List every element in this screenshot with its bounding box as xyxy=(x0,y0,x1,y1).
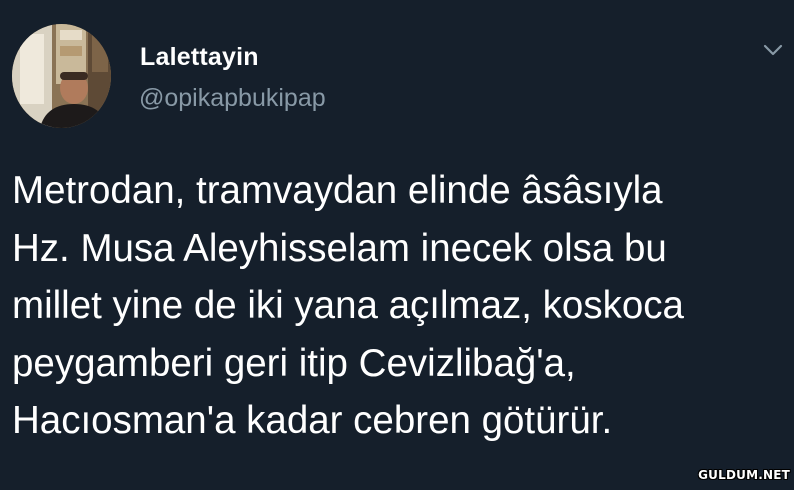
tweet-text: Metrodan, tramvaydan elinde âsâsıyla Hz.… xyxy=(12,162,782,450)
tweet-text-line: peygamberi geri itip Cevizlibağ'a, xyxy=(12,341,576,385)
tweet-text-line: millet yine de iki yana açılmaz, koskoca xyxy=(12,284,684,327)
avatar-photo xyxy=(12,24,111,128)
tweet-text-line: Metrodan, tramvaydan elinde âsâsıyla xyxy=(12,169,663,212)
user-handle[interactable]: @opikapbukipap xyxy=(139,84,326,113)
tweet-text-line: Hacıosman'a kadar cebren götürür. xyxy=(12,399,613,442)
tweet-text-line: Hz. Musa Aleyhisselam inecek olsa bu xyxy=(12,226,667,270)
tweet-card: Lalettayin @opikapbukipap Metrodan, tram… xyxy=(0,0,794,490)
avatar[interactable] xyxy=(12,24,111,128)
watermark: GULDUM.NET xyxy=(698,468,790,482)
chevron-down-icon[interactable] xyxy=(760,40,786,62)
display-name[interactable]: Lalettayin xyxy=(140,43,259,72)
